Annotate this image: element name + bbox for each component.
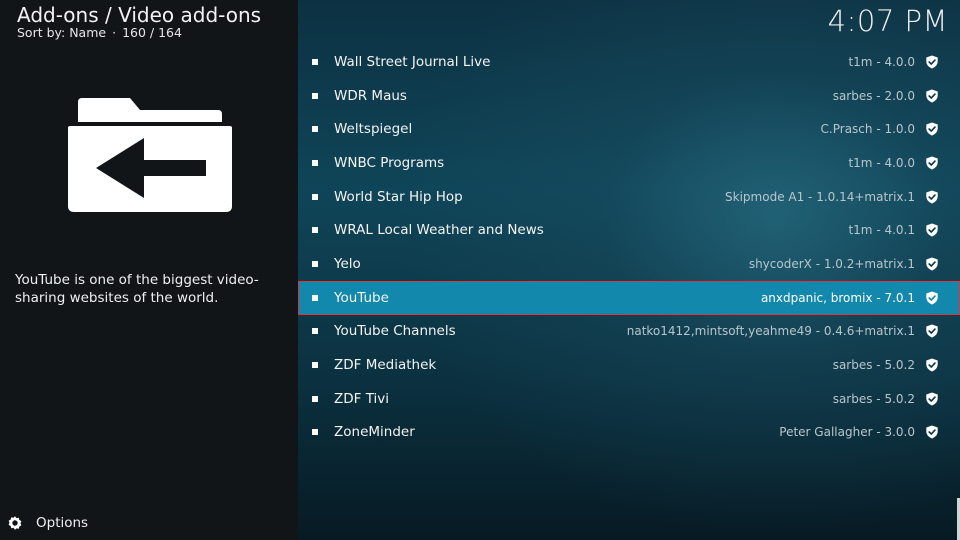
verified-shield-icon	[926, 358, 938, 372]
addon-list-item[interactable]: WDR Maus sarbes - 2.0.0	[298, 79, 960, 113]
info-panel	[0, 0, 298, 540]
gear-icon	[8, 516, 22, 530]
bullet-icon	[312, 193, 318, 200]
addon-list-item[interactable]: YouTube anxdpanic, bromix - 7.0.1	[298, 280, 960, 315]
folder-back-arrow-icon	[68, 98, 232, 212]
addon-name: WRAL Local Weather and News	[334, 222, 544, 239]
verified-shield-icon	[926, 291, 938, 305]
addon-name: World Star Hip Hop	[334, 188, 463, 205]
addon-name: Yelo	[334, 255, 361, 272]
addon-list-item[interactable]: World Star Hip Hop Skipmode A1 - 1.0.14+m…	[298, 180, 960, 214]
addon-list-item[interactable]: ZoneMinder Peter Gallagher - 3.0.0	[298, 416, 960, 450]
bullet-icon	[312, 429, 318, 436]
verified-shield-icon	[926, 324, 938, 338]
addon-author-version: t1m - 4.0.0	[848, 155, 915, 170]
addon-description: YouTube is one of the biggest video-shar…	[15, 272, 259, 306]
sort-label[interactable]: Sort by: Name	[17, 25, 106, 40]
addon-author-version: shycoderX - 1.0.2+matrix.1	[748, 256, 915, 271]
addon-list-item[interactable]: WRAL Local Weather and News t1m - 4.0.1	[298, 213, 960, 247]
addon-name: ZDF Tivi	[334, 390, 390, 407]
addon-author-version: Peter Gallagher - 3.0.0	[779, 425, 915, 440]
addon-author-version: Skipmode A1 - 1.0.14+matrix.1	[725, 189, 915, 204]
verified-shield-icon	[926, 425, 938, 439]
bullet-icon	[312, 58, 318, 65]
sort-info: Sort by: Name · 160 / 164	[17, 25, 182, 40]
verified-shield-icon	[926, 392, 938, 406]
addon-name: ZoneMinder	[334, 424, 415, 441]
bullet-icon	[312, 126, 318, 133]
addon-name: Wall Street Journal Live	[334, 53, 491, 70]
addon-list-item[interactable]: WNBC Programs t1m - 4.0.0	[298, 146, 960, 180]
verified-shield-icon	[926, 122, 938, 136]
clock: 4:07 PM	[827, 4, 948, 38]
addon-author-version: sarbes - 2.0.0	[832, 88, 915, 103]
bullet-icon	[312, 328, 318, 335]
addon-author-version: natko1412,mintsoft,yeahme49 - 0.4.6+matr…	[626, 324, 915, 339]
addon-list-item[interactable]: Wall Street Journal Live t1m - 4.0.0	[298, 45, 960, 79]
addon-author-version: C.Prasch - 1.0.0	[820, 122, 915, 137]
addon-name: WNBC Programs	[334, 154, 445, 171]
addon-author-version: anxdpanic, bromix - 7.0.1	[760, 290, 915, 305]
options-label: Options	[36, 515, 89, 531]
addon-list-item[interactable]: ZDF Mediathek sarbes - 5.0.2	[298, 348, 960, 382]
addon-list-item[interactable]: Yelo shycoderX - 1.0.2+matrix.1	[298, 247, 960, 281]
verified-shield-icon	[926, 88, 938, 103]
bullet-icon	[312, 92, 318, 99]
addon-list: Wall Street Journal Live t1m - 4.0.0 WDR M…	[298, 45, 960, 449]
addon-author-version: t1m - 4.0.0	[848, 54, 915, 69]
addon-author-version: sarbes - 5.0.2	[832, 391, 915, 406]
addon-name: YouTube Channels	[334, 323, 456, 340]
options-button[interactable]: Options	[6, 513, 88, 533]
verified-shield-icon	[926, 223, 938, 237]
separator-dot: ·	[112, 25, 117, 40]
verified-shield-icon	[926, 55, 938, 69]
bullet-icon	[312, 260, 318, 267]
verified-shield-icon	[926, 257, 938, 271]
addon-name: Weltspiegel	[334, 121, 413, 138]
bullet-icon	[312, 395, 318, 402]
addon-name: YouTube	[334, 289, 389, 306]
bullet-icon	[312, 362, 318, 369]
verified-shield-icon	[926, 156, 938, 170]
verified-shield-icon	[926, 190, 938, 204]
addon-list-item[interactable]: Weltspiegel C.Prasch - 1.0.0	[298, 112, 960, 146]
addon-list-item[interactable]: YouTube Channels natko1412,mintsoft,yeahm…	[298, 315, 960, 349]
addon-name: ZDF Mediathek	[334, 357, 437, 374]
bullet-icon	[312, 294, 318, 301]
bullet-icon	[312, 159, 318, 166]
item-position: 160 / 164	[122, 25, 182, 40]
page-title: Add-ons / Video add-ons	[17, 3, 262, 27]
bullet-icon	[312, 227, 318, 234]
addon-author-version: sarbes - 5.0.2	[832, 358, 915, 373]
addon-author-version: t1m - 4.0.1	[848, 223, 915, 238]
addon-name: WDR Maus	[334, 87, 407, 104]
addon-list-item[interactable]: ZDF Tivi sarbes - 5.0.2	[298, 382, 960, 416]
